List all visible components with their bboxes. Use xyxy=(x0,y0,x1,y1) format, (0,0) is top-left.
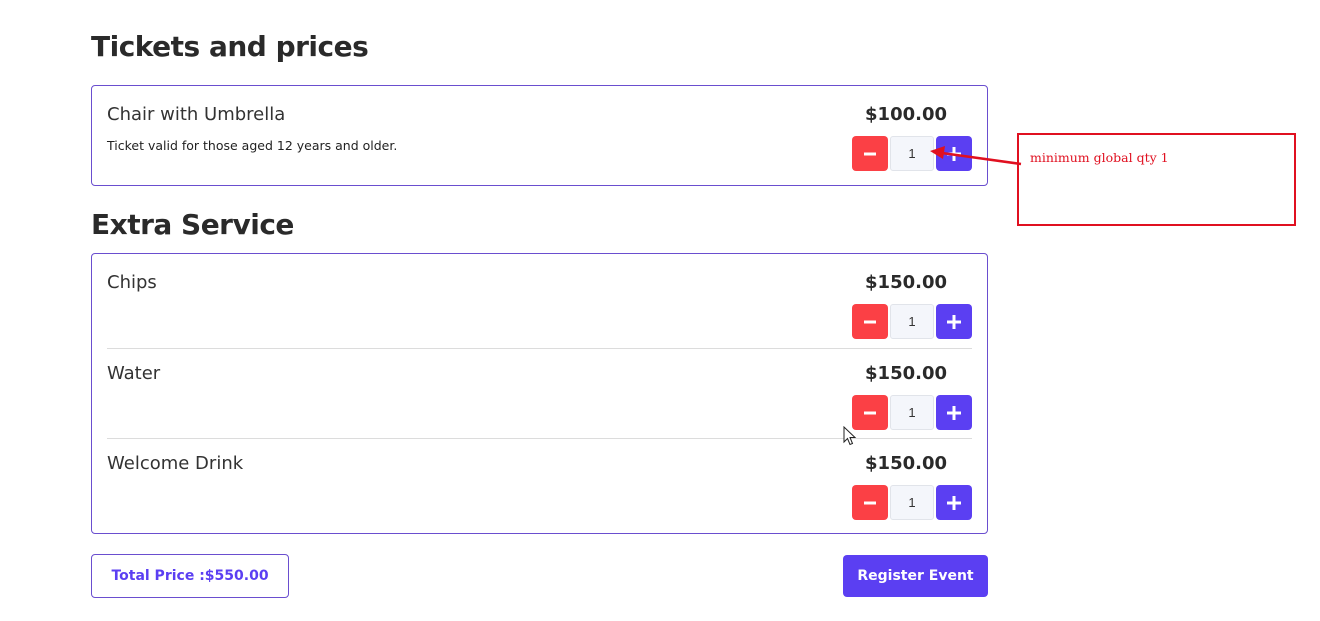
extra-price: $150.00 xyxy=(865,363,947,384)
extra-row-welcome-drink: Welcome Drink $150.00 xyxy=(107,438,972,528)
extras-card: Chips $150.00 Water $150.00 Welcome Drin… xyxy=(91,253,988,534)
annotation-box: minimum global qty 1 xyxy=(1017,133,1296,226)
extra-row-chips: Chips $150.00 xyxy=(107,254,972,344)
minus-icon xyxy=(864,501,876,504)
extra-name: Water xyxy=(107,363,161,384)
decrease-quantity-button[interactable] xyxy=(852,136,888,171)
tickets-section-title: Tickets and prices xyxy=(91,30,369,63)
increase-quantity-button[interactable] xyxy=(936,136,972,171)
tickets-card: Chair with Umbrella Ticket valid for tho… xyxy=(91,85,988,186)
decrease-quantity-button[interactable] xyxy=(852,395,888,430)
ticket-row-chair-with-umbrella: Chair with Umbrella Ticket valid for tho… xyxy=(107,86,972,176)
plus-icon xyxy=(947,495,961,510)
minus-icon xyxy=(864,411,876,414)
extra-price: $150.00 xyxy=(865,272,947,293)
minus-icon xyxy=(864,320,876,323)
decrease-quantity-button[interactable] xyxy=(852,304,888,339)
increase-quantity-button[interactable] xyxy=(936,304,972,339)
extra-name: Welcome Drink xyxy=(107,453,244,474)
increase-quantity-button[interactable] xyxy=(936,485,972,520)
total-price-box: Total Price :$550.00 xyxy=(91,554,289,598)
increase-quantity-button[interactable] xyxy=(936,395,972,430)
quantity-stepper xyxy=(852,485,972,520)
annotation-note: minimum global qty 1 xyxy=(1030,150,1169,165)
plus-icon xyxy=(947,146,961,161)
extra-name: Chips xyxy=(107,272,157,293)
extra-price: $150.00 xyxy=(865,453,947,474)
plus-icon xyxy=(947,405,961,420)
plus-icon xyxy=(947,314,961,329)
ticket-price: $100.00 xyxy=(865,104,947,125)
ticket-name: Chair with Umbrella xyxy=(107,104,286,125)
ticket-description: Ticket valid for those aged 12 years and… xyxy=(107,138,398,153)
quantity-input[interactable] xyxy=(890,136,934,171)
minus-icon xyxy=(864,152,876,155)
total-price-label: Total Price :$550.00 xyxy=(111,568,269,584)
extras-section-title: Extra Service xyxy=(91,208,294,241)
quantity-input[interactable] xyxy=(890,485,934,520)
register-event-button[interactable]: Register Event xyxy=(843,555,988,597)
quantity-input[interactable] xyxy=(890,304,934,339)
quantity-stepper xyxy=(852,395,972,430)
quantity-input[interactable] xyxy=(890,395,934,430)
quantity-stepper xyxy=(852,304,972,339)
decrease-quantity-button[interactable] xyxy=(852,485,888,520)
extra-row-water: Water $150.00 xyxy=(107,348,972,438)
quantity-stepper xyxy=(852,136,972,171)
